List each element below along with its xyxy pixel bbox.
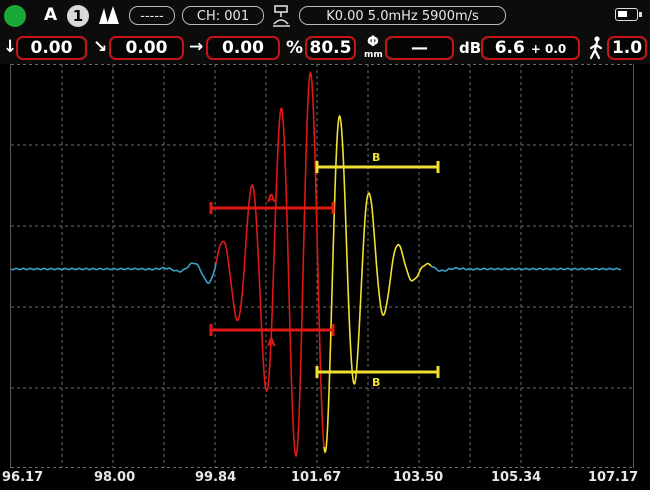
- gain-value: 6.6: [494, 38, 525, 58]
- channel-pill[interactable]: CH: 001: [182, 6, 264, 25]
- phi-unit: mm: [364, 50, 383, 60]
- percent-symbol: %: [286, 38, 304, 58]
- db-symbol: dB: [459, 39, 482, 57]
- x-tick: 105.34: [491, 470, 542, 485]
- probe-icon[interactable]: [272, 4, 292, 28]
- x-tick: 99.84: [195, 470, 237, 485]
- ascan-screen[interactable]: A A B B: [10, 64, 634, 468]
- phi-symbol: Φ: [367, 34, 379, 50]
- battery-icon: [615, 8, 642, 21]
- gain-readout[interactable]: 6.6 + 0.0: [481, 36, 580, 60]
- waveform-gate-a: [215, 70, 325, 458]
- horizontal-readout[interactable]: 0.00: [206, 36, 280, 60]
- x-tick: 96.17: [2, 470, 44, 485]
- x-tick: 101.67: [291, 470, 342, 485]
- status-bar: A 1 ----- CH: 001 K0.00 5.0mHz 5900m/s: [0, 0, 650, 32]
- gain-offset: + 0.0: [530, 42, 567, 56]
- gate-b-label-lower: B: [372, 376, 380, 389]
- depth-readout[interactable]: 0.00: [16, 36, 87, 60]
- waveform-baseline: [11, 262, 622, 284]
- gate-label[interactable]: A: [44, 5, 57, 25]
- x-tick: 107.17: [588, 470, 639, 485]
- gate-a-label-upper: A: [267, 192, 276, 205]
- gate-a-label-lower: A: [267, 336, 276, 349]
- peak-icon[interactable]: [98, 5, 120, 25]
- arrow-diagonal-icon: ↘: [93, 37, 108, 57]
- channel-badge[interactable]: 1: [67, 5, 89, 27]
- x-tick: 98.00: [94, 470, 136, 485]
- arrow-right-icon: →: [189, 37, 204, 57]
- gate-b-label-upper: B: [372, 151, 380, 164]
- readout-bar: ↓ 0.00 ↘ 0.00 → 0.00 % 80.5 Φ mm — dB 6.…: [0, 32, 650, 64]
- diameter-readout[interactable]: —: [385, 36, 454, 60]
- amplitude-readout[interactable]: 80.5: [305, 36, 356, 60]
- surface-readout[interactable]: 0.00: [109, 36, 184, 60]
- walker-icon[interactable]: [587, 36, 605, 60]
- ascan-plot[interactable]: A A B B: [11, 64, 633, 468]
- step-readout[interactable]: 1.0: [607, 36, 647, 60]
- status-light-icon: [4, 5, 26, 27]
- probe-info-pill[interactable]: K0.00 5.0mHz 5900m/s: [299, 6, 506, 25]
- mode-pill[interactable]: -----: [129, 6, 175, 25]
- x-tick: 103.50: [393, 470, 444, 485]
